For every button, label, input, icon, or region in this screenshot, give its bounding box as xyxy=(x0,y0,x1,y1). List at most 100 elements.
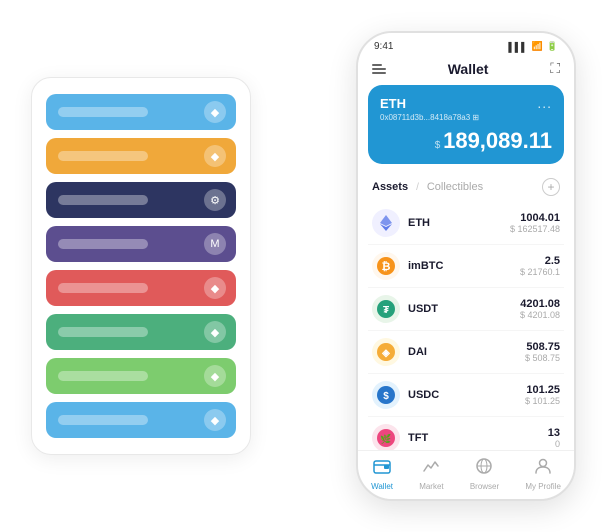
card-stack: ◆ ◆ ⚙ M ◆ ◆ ◆ ◆ xyxy=(31,77,251,455)
card-icon-8: ◆ xyxy=(204,409,226,431)
card-icon-5: ◆ xyxy=(204,277,226,299)
asset-row-eth[interactable]: ETH 1004.01 $ 162517.48 xyxy=(368,202,564,245)
nav-browser[interactable]: Browser xyxy=(470,457,499,491)
card-label-3 xyxy=(58,195,148,205)
usdc-asset-amount: 101.25 xyxy=(525,384,560,396)
assets-tabs: Assets / Collectibles xyxy=(372,181,483,193)
dai-asset-amount: 508.75 xyxy=(525,341,560,353)
svg-text:₮: ₮ xyxy=(383,305,389,316)
asset-row-imbtc[interactable]: ₿ imBTC 2.5 $ 21760.1 xyxy=(368,245,564,288)
eth-asset-amounts: 1004.01 $ 162517.48 xyxy=(510,212,560,234)
phone-content: ETH ... 0x08711d3b...8418a78a3 ⊞ $ 189,0… xyxy=(358,85,574,450)
assets-header: Assets / Collectibles + xyxy=(358,174,574,202)
card-item-8[interactable]: ◆ xyxy=(46,402,236,438)
usdt-asset-name: USDT xyxy=(408,303,520,315)
card-item-6[interactable]: ◆ xyxy=(46,314,236,350)
market-nav-icon xyxy=(422,457,440,480)
asset-row-usdt[interactable]: ₮ USDT 4201.08 $ 4201.08 xyxy=(368,288,564,331)
bottom-nav: Wallet Market Browser My Profile xyxy=(358,450,574,499)
eth-asset-icon xyxy=(372,209,400,237)
status-bar: 9:41 ▌▌▌ 📶 🔋 xyxy=(358,33,574,56)
tab-assets[interactable]: Assets xyxy=(372,181,408,193)
usdc-asset-icon: $ xyxy=(372,381,400,409)
dai-asset-name: DAI xyxy=(408,346,525,358)
profile-nav-label: My Profile xyxy=(525,482,561,491)
card-label-7 xyxy=(58,371,148,381)
page-title: Wallet xyxy=(386,61,550,77)
card-item-4[interactable]: M xyxy=(46,226,236,262)
card-label-1 xyxy=(58,107,148,117)
eth-card-menu[interactable]: ... xyxy=(537,95,552,111)
dai-asset-amounts: 508.75 $ 508.75 xyxy=(525,341,560,363)
imbtc-asset-icon: ₿ xyxy=(372,252,400,280)
card-label-2 xyxy=(58,151,148,161)
asset-row-tft[interactable]: 🌿 TFT 13 0 xyxy=(368,417,564,450)
tft-asset-usd: 0 xyxy=(548,439,560,449)
eth-card-header: ETH ... xyxy=(380,95,552,111)
tft-asset-name: TFT xyxy=(408,432,548,444)
browser-nav-label: Browser xyxy=(470,482,499,491)
add-asset-button[interactable]: + xyxy=(542,178,560,196)
imbtc-asset-name: imBTC xyxy=(408,260,520,272)
card-icon-2: ◆ xyxy=(204,145,226,167)
card-item-5[interactable]: ◆ xyxy=(46,270,236,306)
browser-nav-icon xyxy=(475,457,493,480)
tft-asset-icon: 🌿 xyxy=(372,424,400,450)
eth-balance: 189,089.11 xyxy=(443,128,552,153)
card-label-6 xyxy=(58,327,148,337)
usdc-asset-name: USDC xyxy=(408,389,525,401)
card-label-5 xyxy=(58,283,148,293)
dai-asset-usd: $ 508.75 xyxy=(525,353,560,363)
imbtc-asset-usd: $ 21760.1 xyxy=(520,267,560,277)
asset-row-usdc[interactable]: $ USDC 101.25 $ 101.25 xyxy=(368,374,564,417)
card-label-4 xyxy=(58,239,148,249)
eth-card[interactable]: ETH ... 0x08711d3b...8418a78a3 ⊞ $ 189,0… xyxy=(368,85,564,164)
tft-asset-amount: 13 xyxy=(548,427,560,439)
eth-asset-usd: $ 162517.48 xyxy=(510,224,560,234)
status-time: 9:41 xyxy=(374,41,393,52)
usdt-asset-amounts: 4201.08 $ 4201.08 xyxy=(520,298,560,320)
tab-divider: / xyxy=(416,182,419,193)
svg-text:$: $ xyxy=(383,391,389,402)
eth-asset-amount: 1004.01 xyxy=(510,212,560,224)
signal-icon: ▌▌▌ xyxy=(508,42,527,52)
card-icon-m: M xyxy=(204,233,226,255)
wifi-icon: 📶 xyxy=(532,41,543,52)
card-label-8 xyxy=(58,415,148,425)
tft-asset-amounts: 13 0 xyxy=(548,427,560,449)
eth-title: ETH xyxy=(380,96,406,111)
card-item-1[interactable]: ◆ xyxy=(46,94,236,130)
battery-icon: 🔋 xyxy=(547,41,558,52)
market-nav-label: Market xyxy=(419,482,443,491)
svg-text:₿: ₿ xyxy=(382,261,391,273)
usdt-asset-usd: $ 4201.08 xyxy=(520,310,560,320)
card-item-7[interactable]: ◆ xyxy=(46,358,236,394)
profile-nav-icon xyxy=(534,457,552,480)
imbtc-asset-amounts: 2.5 $ 21760.1 xyxy=(520,255,560,277)
menu-icon[interactable] xyxy=(372,64,386,74)
phone-header: Wallet ⛶ xyxy=(358,56,574,85)
usdc-asset-usd: $ 101.25 xyxy=(525,396,560,406)
card-item-2[interactable]: ◆ xyxy=(46,138,236,174)
phone-mockup: 9:41 ▌▌▌ 📶 🔋 Wallet ⛶ ETH ... xyxy=(356,31,576,501)
eth-balance-label: $ 189,089.11 xyxy=(380,128,552,154)
nav-profile[interactable]: My Profile xyxy=(525,457,561,491)
card-icon-7: ◆ xyxy=(204,365,226,387)
wallet-nav-label: Wallet xyxy=(371,482,393,491)
usdt-asset-amount: 4201.08 xyxy=(520,298,560,310)
card-item-3[interactable]: ⚙ xyxy=(46,182,236,218)
asset-row-dai[interactable]: ◈ DAI 508.75 $ 508.75 xyxy=(368,331,564,374)
nav-wallet[interactable]: Wallet xyxy=(371,457,393,491)
scan-icon[interactable]: ⛶ xyxy=(550,60,560,77)
dai-asset-icon: ◈ xyxy=(372,338,400,366)
status-icons: ▌▌▌ 📶 🔋 xyxy=(508,41,558,52)
svg-text:🌿: 🌿 xyxy=(380,433,391,444)
wallet-nav-icon xyxy=(373,457,391,480)
nav-market[interactable]: Market xyxy=(419,457,443,491)
card-icon-gear: ⚙ xyxy=(204,189,226,211)
asset-list: ETH 1004.01 $ 162517.48 ₿ imBTC 2.5 $ 21… xyxy=(358,202,574,450)
svg-text:◈: ◈ xyxy=(381,348,390,359)
tab-collectibles[interactable]: Collectibles xyxy=(427,181,483,193)
scene: ◆ ◆ ⚙ M ◆ ◆ ◆ ◆ xyxy=(11,11,591,521)
card-icon-1: ◆ xyxy=(204,101,226,123)
